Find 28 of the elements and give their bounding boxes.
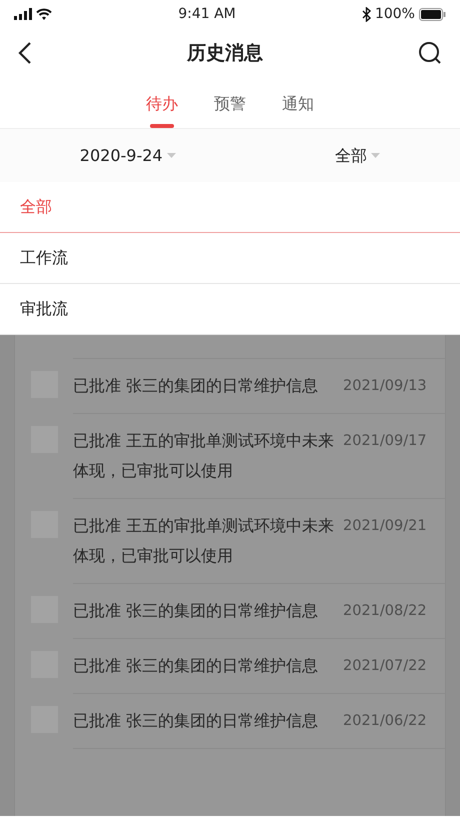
- caret-icon: [166, 152, 176, 158]
- message-date: 2021/06/22: [343, 712, 427, 731]
- page-title: 历史消息: [187, 40, 263, 66]
- bluetooth-icon: [362, 6, 371, 22]
- caret-icon: [371, 152, 380, 158]
- back-icon: [18, 41, 32, 65]
- message-text: 已批准 王五的审批单测试环境中未来体现，已审批可以使用: [73, 515, 336, 567]
- message-date: 2021/09/17: [343, 432, 427, 451]
- wifi-icon: [36, 8, 52, 20]
- signal-icon: [14, 8, 32, 20]
- battery-icon: [418, 8, 446, 20]
- message-date: 2021/07/22: [343, 657, 427, 676]
- message-text: 已批准 张三的集团的日常维护信息: [73, 655, 320, 677]
- tab[interactable]: 通知: [282, 80, 314, 128]
- status-time: 9:41 AM: [178, 4, 236, 24]
- battery-percent: 100%: [374, 4, 415, 24]
- message-date: 2021/09/21: [343, 517, 427, 536]
- message-date: 2021/09/13: [343, 377, 427, 396]
- message-text: 已批准 张三的集团的日常维护信息: [73, 710, 320, 732]
- filter-dropdown[interactable]: 2020-9-24: [76, 140, 180, 172]
- search-icon: [418, 41, 442, 65]
- message-date: 2021/08/22: [343, 602, 427, 621]
- filter-dropdown[interactable]: 全部: [331, 140, 384, 172]
- message-text: 已批准 张三的集团的日常维护信息: [73, 375, 320, 397]
- message-text: 已批准 张三的集团的日常维护信息: [73, 600, 320, 622]
- tab[interactable]: 预警: [214, 80, 246, 128]
- message-text: 已批准 王五的审批单测试环境中未来体现，已审批可以使用: [73, 430, 336, 482]
- tab[interactable]: 待办: [146, 80, 178, 128]
